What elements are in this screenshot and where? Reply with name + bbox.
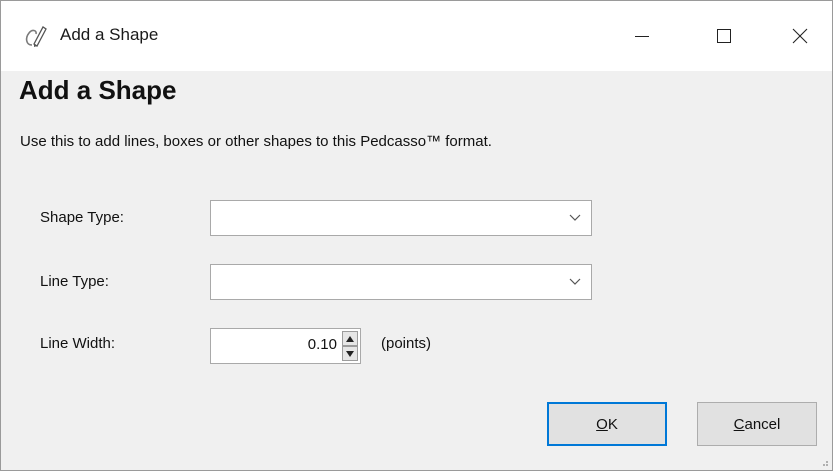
line-width-units: (points): [381, 335, 432, 352]
ok-button[interactable]: OK: [547, 402, 667, 446]
maximize-icon: [717, 29, 731, 43]
chevron-down-icon: [569, 278, 581, 285]
line-type-select[interactable]: [210, 264, 592, 300]
pencil-app-icon: [23, 23, 49, 49]
shape-type-label: Shape Type:: [40, 209, 124, 226]
dialog-description: Use this to add lines, boxes or other sh…: [20, 133, 492, 150]
cancel-button[interactable]: Cancel: [697, 402, 817, 446]
title-bar[interactable]: Add a Shape: [1, 1, 832, 71]
cancel-label-rest: ancel: [744, 415, 781, 433]
resize-grip-icon[interactable]: [819, 457, 829, 467]
maximize-button[interactable]: [696, 11, 752, 61]
dialog-heading: Add a Shape: [19, 75, 177, 105]
line-type-label: Line Type:: [40, 273, 109, 290]
increment-button[interactable]: [342, 331, 358, 346]
minimize-icon: [635, 36, 649, 37]
close-icon: [792, 28, 808, 44]
chevron-down-icon: [569, 214, 581, 221]
ok-label-rest: K: [607, 415, 618, 433]
minimize-button[interactable]: [614, 11, 670, 61]
arrow-up-icon: [346, 335, 354, 342]
arrow-down-icon: [346, 350, 354, 357]
line-width-stepper[interactable]: 0.10: [210, 328, 361, 364]
ok-mnemonic: O: [596, 415, 608, 433]
decrement-button[interactable]: [342, 346, 358, 361]
shape-type-select[interactable]: [210, 200, 592, 236]
add-shape-dialog: Add a Shape Add a Shape Use this to add …: [0, 0, 833, 471]
window-title: Add a Shape: [60, 25, 159, 44]
cancel-mnemonic: C: [733, 415, 745, 433]
line-width-value[interactable]: 0.10: [308, 336, 337, 353]
close-button[interactable]: [772, 11, 828, 61]
line-width-label: Line Width:: [40, 335, 116, 352]
